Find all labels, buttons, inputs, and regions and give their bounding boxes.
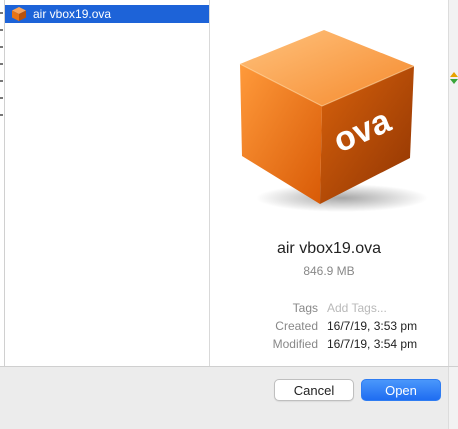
file-name-label: air vbox19.ova <box>33 7 112 21</box>
preview-file-size: 846.9 MB <box>303 264 355 278</box>
created-label: Created <box>275 319 318 333</box>
tags-label: Tags <box>292 301 318 315</box>
preview-pane: ova air vbox19.ova 846.9 MB Tags Add Tag… <box>210 0 448 366</box>
list-bullet <box>0 114 3 116</box>
ova-package-icon <box>12 7 26 21</box>
list-bullet <box>0 12 3 14</box>
preview-file-name: air vbox19.ova <box>276 240 382 257</box>
modified-label: Modified <box>272 337 318 351</box>
list-bullet <box>0 63 3 65</box>
list-bullet <box>0 29 3 31</box>
dialog-button-bar: Cancel Open <box>0 366 458 429</box>
ova-cube-icon: ova <box>239 30 428 212</box>
file-list-column: air vbox19.ova <box>5 0 210 366</box>
modified-value: 16/7/19, 3:54 pm <box>327 337 418 351</box>
sort-arrows-icon[interactable] <box>450 72 458 84</box>
tags-field[interactable]: Add Tags... <box>327 301 387 315</box>
created-value: 16/7/19, 3:53 pm <box>327 319 418 333</box>
right-edge-strip-lower <box>448 367 458 429</box>
right-edge-strip <box>448 0 458 366</box>
list-bullet <box>0 97 3 99</box>
list-bullet <box>0 46 3 48</box>
cancel-button[interactable]: Cancel <box>274 379 354 401</box>
list-bullet <box>0 80 3 82</box>
file-list-item-selected[interactable]: air vbox19.ova <box>5 5 209 23</box>
open-button[interactable]: Open <box>361 379 441 401</box>
